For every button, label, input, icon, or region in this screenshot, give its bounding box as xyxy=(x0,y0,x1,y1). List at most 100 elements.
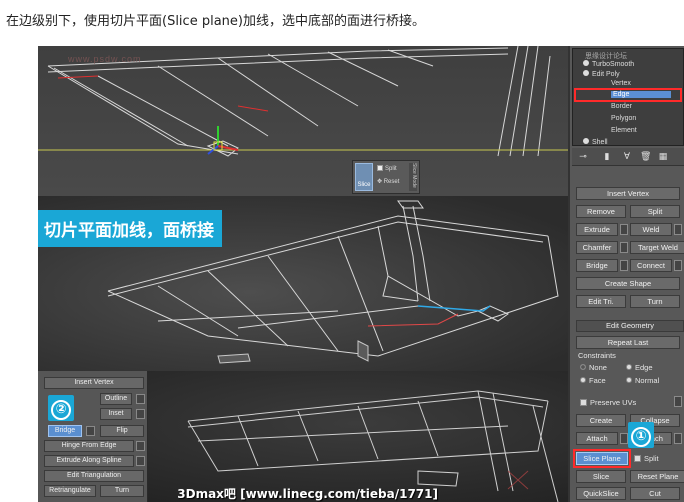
split-edge-button[interactable]: Split xyxy=(630,205,680,218)
create-shape-button[interactable]: Create Shape xyxy=(576,277,680,290)
create-button[interactable]: Create xyxy=(576,414,626,427)
reset-option[interactable]: ✥ Reset xyxy=(377,178,399,185)
weld-button[interactable]: Weld xyxy=(630,223,672,236)
inset-button[interactable]: Inset xyxy=(100,408,132,420)
radio-icon[interactable] xyxy=(626,377,632,383)
modifier-turbosmooth[interactable]: TurboSmooth xyxy=(583,60,634,68)
turn-button[interactable]: Turn xyxy=(100,485,144,497)
bridge-edge-settings-icon[interactable] xyxy=(620,260,628,271)
split-option-label: Split xyxy=(385,166,397,172)
chamfer-button[interactable]: Chamfer xyxy=(576,241,618,254)
remove-button[interactable]: Remove xyxy=(576,205,626,218)
bridge-edge-button[interactable]: Bridge xyxy=(576,259,618,272)
step-banner: 切片平面加线，面桥接 xyxy=(38,210,222,247)
subobject-vertex[interactable]: Vertex xyxy=(611,80,631,87)
bulb-icon[interactable] xyxy=(583,138,589,144)
modifier-turbosmooth-label: TurboSmooth xyxy=(592,61,635,68)
split-checkbox-icon[interactable] xyxy=(377,165,383,171)
modifier-edit-poly[interactable]: Edit Poly xyxy=(583,70,620,78)
weld-settings-icon[interactable] xyxy=(674,224,682,235)
slice-button-panel[interactable]: Slice xyxy=(576,470,626,483)
constraint-normal-label: Normal xyxy=(635,376,660,385)
slice-plane-highlight-box xyxy=(573,449,631,468)
constraint-face-radio[interactable]: Face xyxy=(580,376,606,385)
attach-settings-icon[interactable] xyxy=(620,433,628,444)
radio-icon[interactable] xyxy=(626,364,632,370)
configure-icon[interactable]: ▦ xyxy=(658,151,668,161)
attach-button[interactable]: Attach xyxy=(576,432,618,445)
preserve-uvs-checkbox[interactable]: Preserve UVs xyxy=(580,398,636,407)
insert-vertex-button[interactable]: Insert Vertex xyxy=(44,377,144,389)
constraint-edge-radio[interactable]: Edge xyxy=(626,363,653,372)
hinge-from-edge-button[interactable]: Hinge From Edge xyxy=(44,440,134,452)
retriangulate-button[interactable]: Retriangulate xyxy=(44,485,96,497)
slice-button[interactable]: Slice xyxy=(355,163,373,191)
reset-option-label: Reset xyxy=(383,179,400,185)
edit-triangulation-button[interactable]: Edit Triangulation xyxy=(44,470,144,482)
3dsmax-screenshot: www.psdw.com Slice Split ✥ Reset Slice M… xyxy=(38,46,684,502)
quickslice-button[interactable]: QuickSlice xyxy=(576,487,626,500)
split-checkbox[interactable]: Split xyxy=(634,454,659,463)
extrude-along-spline-button[interactable]: Extrude Along Spline xyxy=(44,455,134,467)
detach-settings-icon[interactable] xyxy=(674,433,682,444)
preserve-uvs-settings-icon[interactable] xyxy=(674,396,682,407)
cut-button[interactable]: Cut xyxy=(630,487,680,500)
radio-selected-icon[interactable] xyxy=(580,364,586,370)
modifier-shell[interactable]: Shell xyxy=(583,138,608,146)
watermark-text: www.psdw.com xyxy=(68,54,142,64)
split-option[interactable]: Split xyxy=(377,165,397,172)
connect-button[interactable]: Connect xyxy=(630,259,672,272)
split-checkbox-label: Split xyxy=(644,454,659,463)
step-2-badge: ② xyxy=(48,395,74,421)
remove-modifier-icon[interactable]: 🗑 xyxy=(640,151,651,161)
viewport-top[interactable]: www.psdw.com Slice Split ✥ Reset Slice M… xyxy=(38,46,568,196)
modifier-stack: 思缘设计论坛 TurboSmooth Edit Poly Vertex Edge… xyxy=(572,48,684,146)
wireframe-top xyxy=(38,46,568,157)
outline-settings-icon[interactable] xyxy=(136,394,145,404)
constraints-label: Constraints xyxy=(578,351,616,360)
chamfer-settings-icon[interactable] xyxy=(620,242,628,253)
constraint-face-label: Face xyxy=(589,376,606,385)
reset-plane-button[interactable]: Reset Plane xyxy=(630,470,684,483)
edit-tri-button[interactable]: Edit Tri. xyxy=(576,295,626,308)
slice-toolbar: Slice Split ✥ Reset Slice Mode xyxy=(352,160,420,194)
bulb-icon[interactable] xyxy=(583,60,589,66)
subobject-element[interactable]: Element xyxy=(611,127,637,134)
edge-highlight-box xyxy=(574,88,682,102)
target-weld-button[interactable]: Target Weld xyxy=(630,241,684,254)
outline-button[interactable]: Outline xyxy=(100,393,132,405)
connect-settings-icon[interactable] xyxy=(674,260,682,271)
constraint-normal-radio[interactable]: Normal xyxy=(626,376,659,385)
bridge-settings-icon[interactable] xyxy=(86,426,95,436)
insert-vertex-edge-button[interactable]: Insert Vertex xyxy=(576,187,680,200)
constraint-none-radio[interactable]: None xyxy=(580,363,607,372)
step-1-number: ① xyxy=(631,427,651,447)
flip-button[interactable]: Flip xyxy=(100,425,144,437)
viewport-bottom[interactable]: Insert Vertex Outline Inset Bridge Flip … xyxy=(38,371,568,502)
extrude-settings-icon[interactable] xyxy=(620,224,628,235)
show-end-result-icon[interactable]: ▮ xyxy=(602,151,612,161)
edit-geometry-rollout-title[interactable]: Edit Geometry xyxy=(576,320,684,332)
subobject-border[interactable]: Border xyxy=(611,103,632,110)
inset-settings-icon[interactable] xyxy=(136,409,145,419)
pin-stack-icon[interactable]: ⊸ xyxy=(578,151,588,161)
bridge-button[interactable]: Bridge xyxy=(48,425,82,437)
make-unique-icon[interactable]: ∀ xyxy=(622,151,632,161)
extrude-button[interactable]: Extrude xyxy=(576,223,618,236)
stack-tools: ⊸ ▮ ∀ 🗑 ▦ xyxy=(572,148,684,166)
slice-mode-label: Slice Mode xyxy=(409,163,417,191)
subobject-polygon[interactable]: Polygon xyxy=(611,115,636,122)
checkbox-icon[interactable] xyxy=(580,399,587,406)
bulb-icon[interactable] xyxy=(583,70,589,76)
repeat-last-button[interactable]: Repeat Last xyxy=(576,336,680,349)
modifier-shell-label: Shell xyxy=(592,139,608,146)
radio-icon[interactable] xyxy=(580,377,586,383)
edit-polygons-panel: Insert Vertex Outline Inset Bridge Flip … xyxy=(38,371,148,502)
viewport-middle[interactable]: 切片平面加线，面桥接 xyxy=(38,196,568,371)
constraint-edge-label: Edge xyxy=(635,363,653,372)
turn-edge-button[interactable]: Turn xyxy=(630,295,680,308)
preserve-uvs-label: Preserve UVs xyxy=(590,398,637,407)
hinge-settings-icon[interactable] xyxy=(136,441,145,451)
checkbox-icon[interactable] xyxy=(634,455,641,462)
extrude-spline-settings-icon[interactable] xyxy=(136,456,145,466)
